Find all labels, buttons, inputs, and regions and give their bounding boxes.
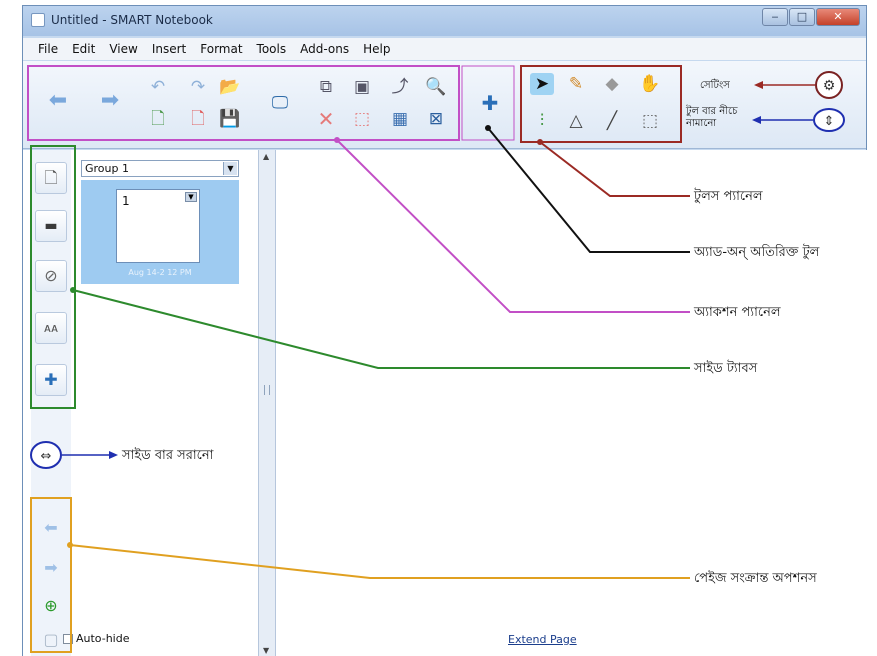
actions-panel-label: অ্যাকশন প্যানেল bbox=[694, 305, 781, 320]
page-options-label: পেইজ সংক্রান্ত অপশনস bbox=[694, 571, 817, 586]
actions-panel-dot bbox=[334, 137, 340, 143]
settings-label: সেটিংস bbox=[700, 80, 730, 91]
tools-panel-box bbox=[520, 65, 682, 143]
tools-panel-dot bbox=[537, 139, 543, 145]
annotation-overlay: ⚙ ⇕ ⇔ bbox=[27, 65, 845, 653]
actions-panel-box bbox=[27, 65, 460, 141]
toolbar-move-label: টুল বার নীচে নামানো bbox=[686, 106, 738, 129]
move-toolbar-arrowhead bbox=[752, 116, 761, 124]
page-options-dot bbox=[67, 542, 73, 548]
page-options-leader bbox=[69, 544, 690, 579]
settings-arrowhead bbox=[754, 81, 763, 89]
side-tabs-box bbox=[30, 145, 76, 409]
page-options-box bbox=[30, 497, 72, 653]
move-sidebar-arrowhead bbox=[109, 451, 118, 459]
actions-panel-leader bbox=[336, 139, 690, 313]
move-sidebar-label: সাইড বার সরানো bbox=[122, 448, 214, 463]
updown-arrow-icon[interactable]: ⇕ bbox=[824, 114, 835, 129]
addon-dot bbox=[485, 125, 491, 131]
tools-panel-leader bbox=[539, 141, 690, 197]
leftright-arrow-icon[interactable]: ⇔ bbox=[41, 449, 52, 464]
gear-icon[interactable]: ⚙ bbox=[823, 78, 836, 94]
addon-leader bbox=[487, 127, 690, 253]
side-tabs-leader bbox=[72, 289, 690, 369]
screenshot-root: Untitled - SMART Notebook ‒ □ ✕ File Edi… bbox=[0, 0, 877, 656]
tools-panel-label: টুলস প্যানেল bbox=[694, 189, 763, 204]
side-tabs-dot bbox=[70, 287, 76, 293]
addons-label: অ্যাড-অন্ অতিরিক্ত টুল bbox=[694, 245, 820, 260]
side-tabs-label: সাইড ট্যাবস bbox=[694, 361, 758, 376]
